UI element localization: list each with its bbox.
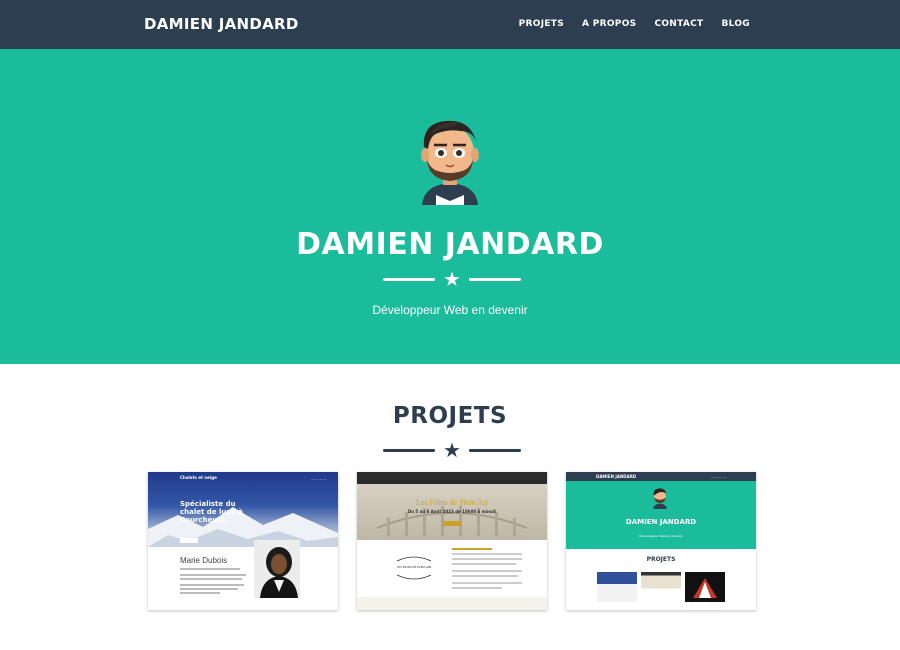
hero-section: DAMIEN JANDARD ★ Développeur Web en deve… [0, 49, 900, 364]
text-line [180, 578, 242, 580]
divider-line-left [383, 278, 435, 281]
card-navbar [357, 472, 547, 484]
project-card-films-plein-air[interactable]: Les Films de Plein Air Du 5 au 8 Août 20… [357, 472, 547, 610]
text-line [452, 558, 522, 560]
card-title: DAMIEN JANDARD [625, 518, 697, 526]
project-card-chalets[interactable]: Chalets et neige — — — — Spécialiste du … [148, 472, 338, 610]
card-footer [357, 597, 547, 610]
navbar: DAMIEN JANDARD PROJETS A PROPOS CONTACT … [0, 0, 900, 49]
nav-link-projets[interactable]: PROJETS [519, 19, 564, 29]
star-icon: ★ [443, 438, 461, 462]
card-menu: — — — — [711, 475, 726, 479]
card-cta [180, 538, 198, 543]
nav-link-blog[interactable]: BLOG [721, 19, 750, 29]
avatar-illustration [653, 488, 667, 509]
divider-line-left [383, 449, 435, 452]
text-line [452, 548, 492, 550]
card-subtitle: Du 5 au 8 Août 2023 de 18h00 à minuit [407, 509, 497, 514]
thumbnail-films [641, 572, 681, 602]
nav-link-contact[interactable]: CONTACT [654, 19, 703, 29]
text-line [452, 570, 522, 572]
card-heading: Spécialiste du chalet de luxe à Courchev… [180, 500, 243, 524]
text-line [452, 553, 522, 555]
text-line [452, 587, 502, 589]
avatar-illustration [421, 120, 479, 205]
card-navbar [566, 472, 756, 481]
card-name: Marie Dubois [180, 556, 228, 565]
card-title: Les Films de Plein Air [416, 498, 488, 507]
text-line [180, 592, 220, 594]
project-card-portfolio[interactable]: DAMIEN JANDARD — — — — DAMIEN JANDARD Dé… [566, 472, 756, 610]
nav-links: PROJETS A PROPOS CONTACT BLOG [519, 19, 750, 29]
thumbnail-circus [685, 572, 725, 602]
card-logo: Chalets et neige [180, 475, 217, 480]
text-line [180, 588, 238, 590]
divider-line-right [469, 278, 521, 281]
card-cta [443, 521, 461, 526]
text-line [180, 584, 244, 586]
text-line [452, 575, 518, 577]
star-icon: ★ [443, 267, 461, 291]
projects-divider: ★ [383, 438, 521, 462]
hero-divider: ★ [383, 267, 521, 291]
card-menu: — — — — [311, 477, 326, 481]
card-subtitle: Développeur Web en devenir [639, 534, 683, 538]
text-line [452, 582, 522, 584]
hero-subtitle: Développeur Web en devenir [372, 303, 528, 317]
projects-title: PROJETS [392, 403, 508, 429]
text-line [180, 574, 246, 576]
text-line [452, 563, 516, 565]
card-section-title: PROJETS [646, 556, 676, 563]
card-logo-text: LES FILMS DE PLEIN AIR [396, 565, 432, 569]
nav-link-a-propos[interactable]: A PROPOS [582, 19, 636, 29]
brand-link[interactable]: DAMIEN JANDARD [144, 15, 299, 33]
divider-line-right [469, 449, 521, 452]
hero-title: DAMIEN JANDARD [296, 227, 604, 262]
text-line [180, 568, 240, 570]
portrait-photo [254, 540, 300, 598]
thumbnail-chalets [597, 572, 637, 602]
card-brand: DAMIEN JANDARD [596, 474, 637, 479]
